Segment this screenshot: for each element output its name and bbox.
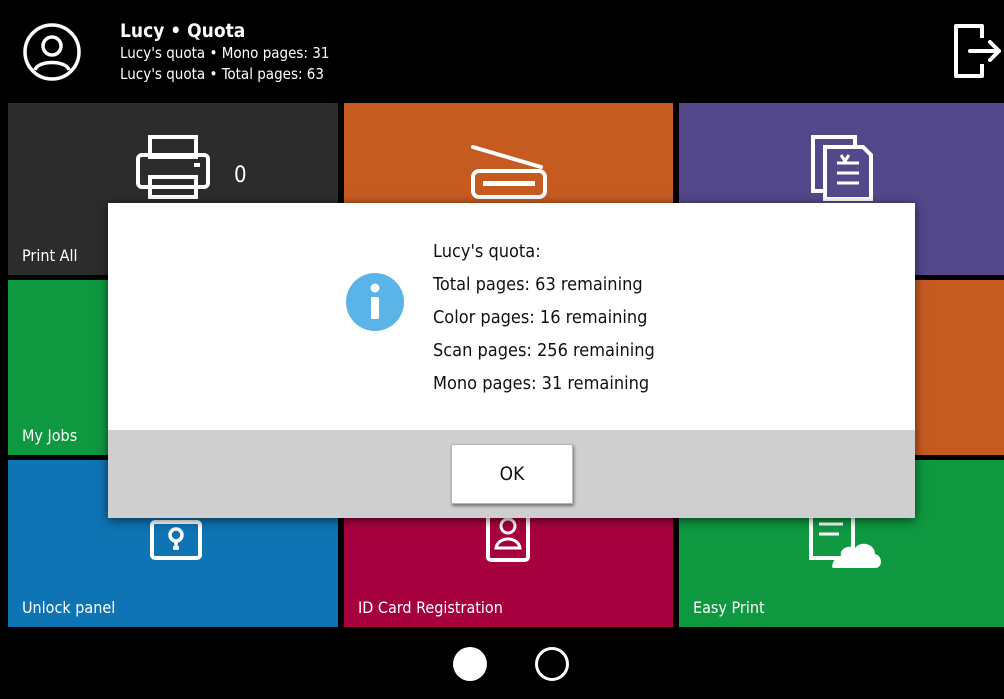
modal-overlay: Lucy's quota: Total pages: 63 remaining …: [8, 8, 1004, 699]
dialog-footer: OK: [108, 430, 915, 518]
quota-color-line: Color pages: 16 remaining: [433, 307, 648, 328]
terminal-screen: Lucy • Quota Lucy's quota • Mono pages: …: [8, 8, 1004, 699]
quota-heading: Lucy's quota:: [433, 241, 541, 262]
dialog-body: Lucy's quota: Total pages: 63 remaining …: [108, 203, 915, 430]
quota-scan-line: Scan pages: 256 remaining: [433, 340, 655, 361]
quota-dialog: Lucy's quota: Total pages: 63 remaining …: [108, 203, 915, 518]
quota-message: Lucy's quota: Total pages: 63 remaining …: [433, 235, 655, 400]
quota-total-line: Total pages: 63 remaining: [433, 274, 643, 295]
info-icon: [346, 273, 404, 331]
quota-mono-line: Mono pages: 31 remaining: [433, 373, 650, 394]
ok-button[interactable]: OK: [451, 444, 573, 504]
